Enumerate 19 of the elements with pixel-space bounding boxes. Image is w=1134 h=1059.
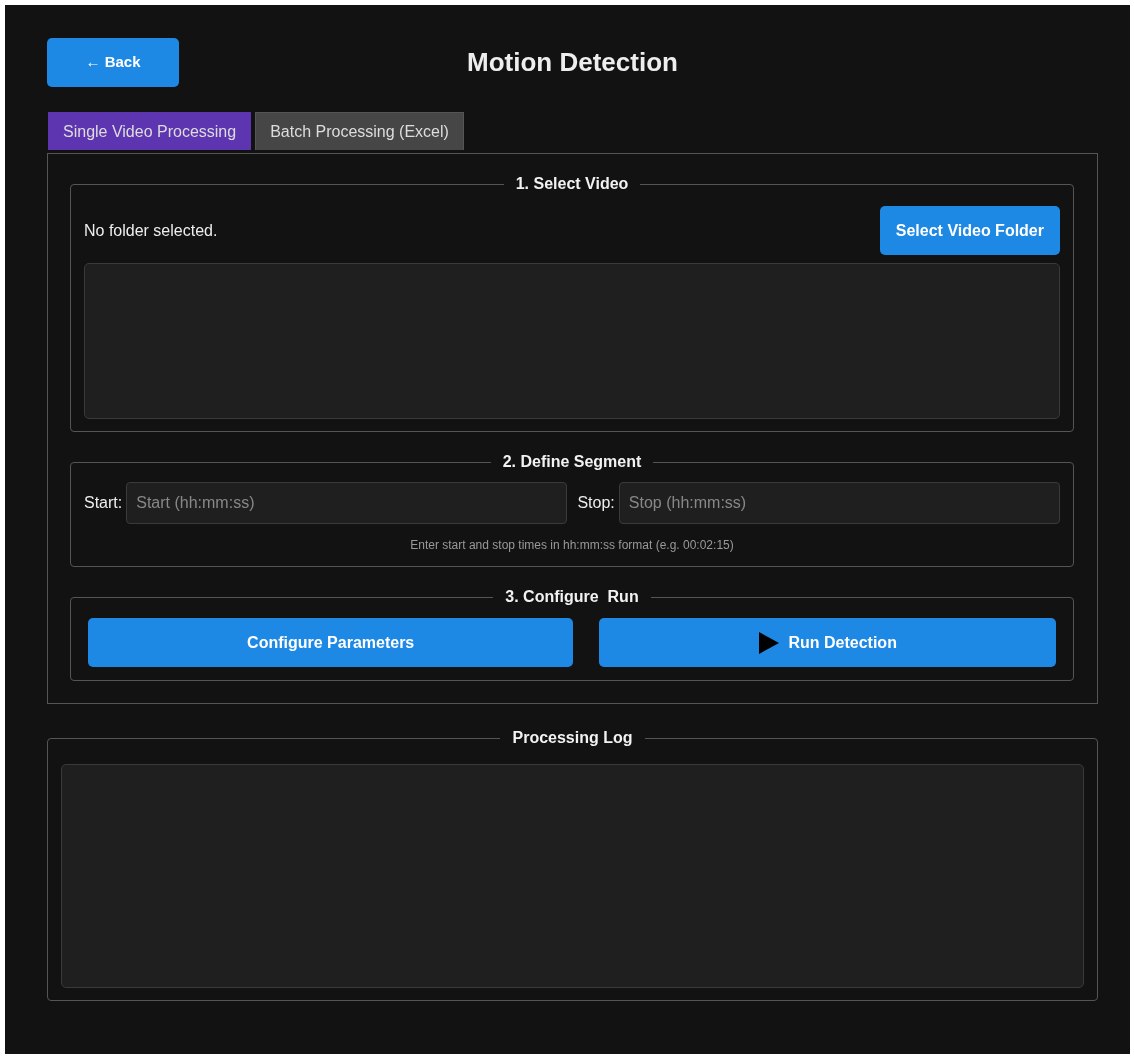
window-title: Motion Detection: [466, 46, 679, 79]
play-icon: [758, 630, 781, 655]
hint-text: Enter start and stop times in hh:mm:ss format (e.g. 00:02:15): [410, 538, 734, 552]
group-title: Processing Log: [511, 730, 634, 746]
stop-time-field[interactable]: Stop (hh:mm:ss): [618, 482, 1060, 524]
group-title: 1. Select Video: [514, 176, 630, 192]
action-button[interactable]: Run Detection: [599, 618, 1056, 667]
stop-label: Stop:: [577, 493, 615, 513]
start-time-field[interactable]: Start (hh:mm:ss): [126, 482, 568, 524]
start-label: Start:: [84, 493, 123, 513]
select-folder-button[interactable]: Select Video Folder: [879, 206, 1060, 255]
tab[interactable]: Single Video Processing: [48, 112, 252, 150]
group-title: 2. Define Segment: [501, 454, 643, 470]
tab[interactable]: Batch Processing (Excel): [255, 112, 464, 150]
action-button[interactable]: Configure Parameters: [88, 618, 574, 667]
group-title: 3. Configure Run: [504, 589, 640, 605]
video-list[interactable]: [84, 263, 1060, 419]
status-text: No folder selected.: [84, 220, 218, 241]
back-button[interactable]: ← Back: [47, 38, 179, 87]
